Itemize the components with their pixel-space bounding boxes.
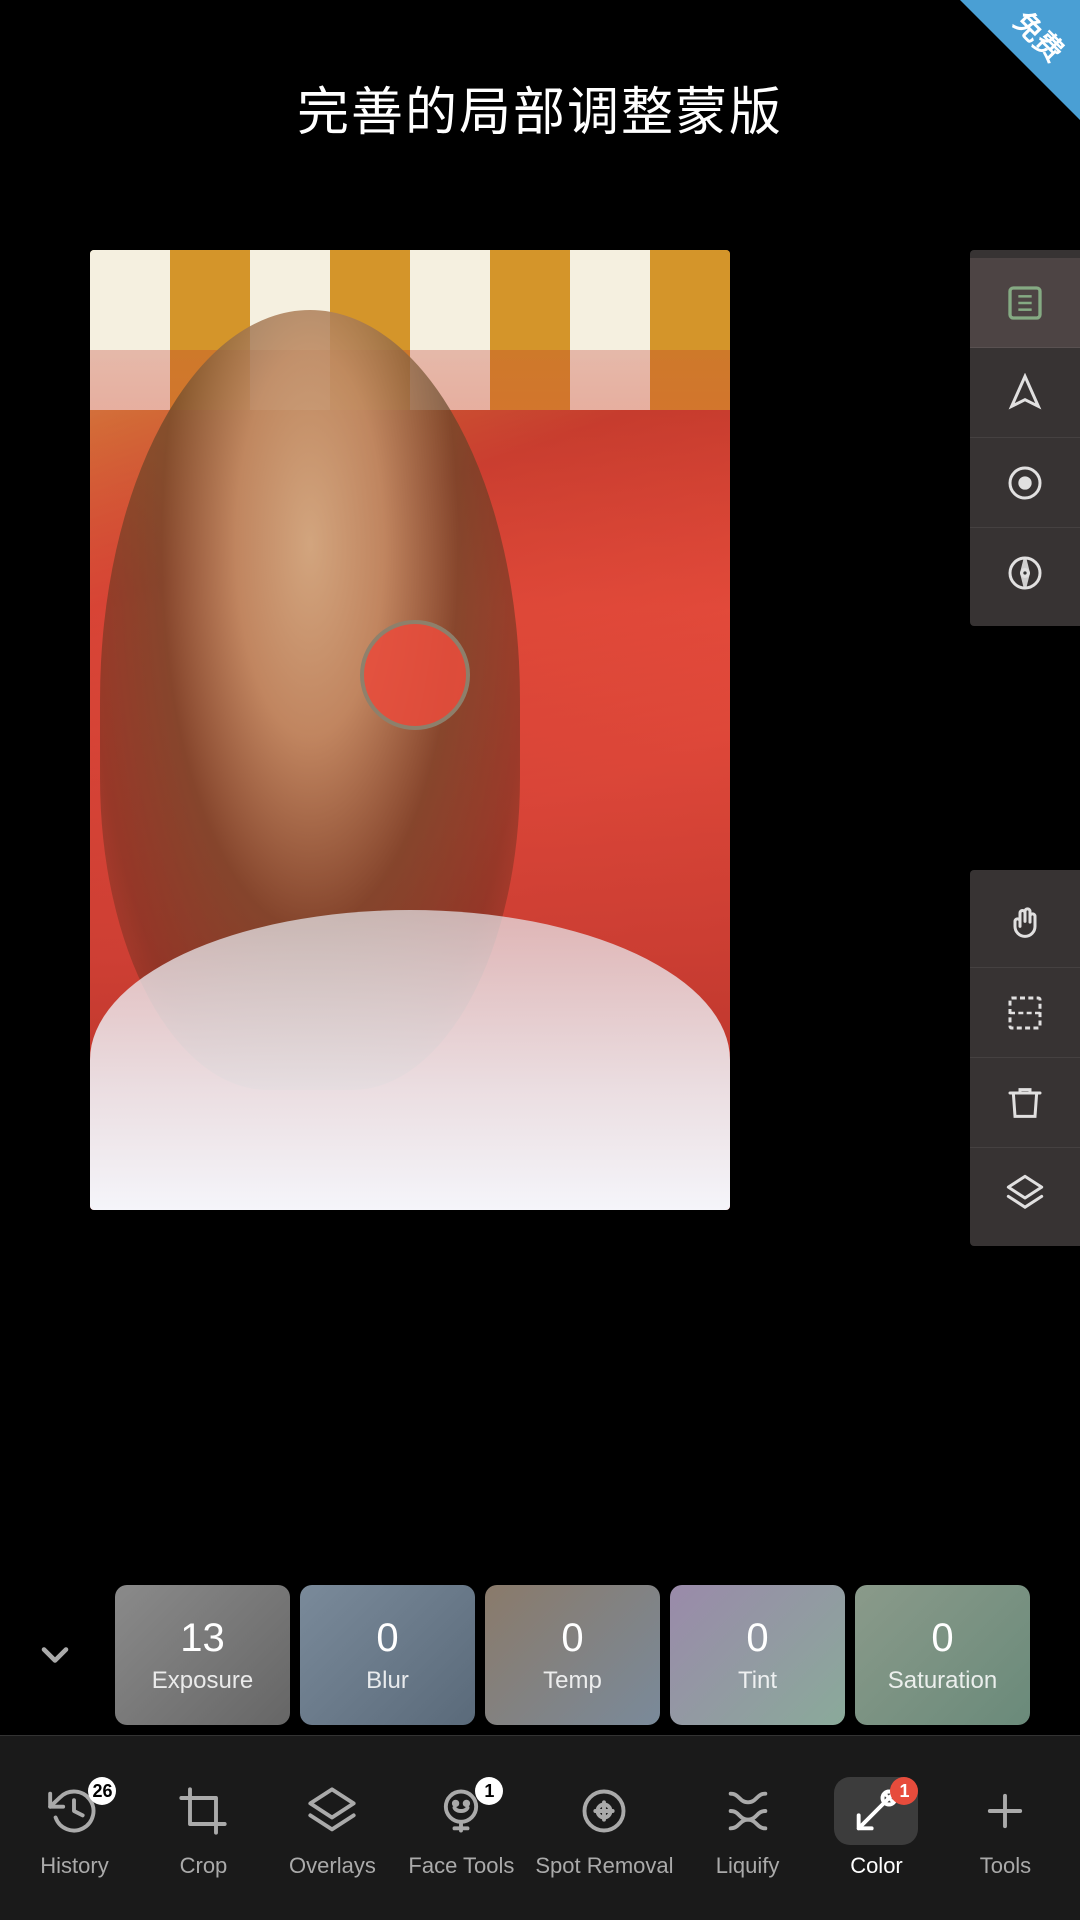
pen-icon bbox=[1005, 373, 1045, 413]
nav-overlays[interactable]: Overlays bbox=[277, 1777, 387, 1879]
tool-select-button[interactable] bbox=[970, 258, 1080, 348]
shirt-area bbox=[90, 910, 730, 1210]
overlays-label: Overlays bbox=[289, 1853, 376, 1879]
nav-crop[interactable]: Crop bbox=[148, 1777, 258, 1879]
spot-icon bbox=[578, 1785, 630, 1837]
collapse-button[interactable] bbox=[0, 1575, 110, 1735]
tools-label: Tools bbox=[980, 1853, 1031, 1879]
nav-history[interactable]: 26 History bbox=[19, 1777, 129, 1879]
saturation-value: 0 bbox=[931, 1616, 953, 1661]
face-tools-label: Face Tools bbox=[408, 1853, 514, 1879]
toolbar-right-bottom bbox=[970, 870, 1080, 1246]
bottom-nav: 26 History Crop Overlays bbox=[0, 1735, 1080, 1920]
tool-transform-button[interactable] bbox=[970, 968, 1080, 1058]
blur-label: Blur bbox=[366, 1667, 409, 1695]
adj-temp[interactable]: 0 Temp bbox=[485, 1585, 660, 1725]
history-label: History bbox=[40, 1853, 108, 1879]
adj-saturation[interactable]: 0 Saturation bbox=[855, 1585, 1030, 1725]
delete-icon bbox=[1005, 1083, 1045, 1123]
chevron-down-icon bbox=[33, 1633, 77, 1677]
adjustment-bar: 13 Exposure 0 Blur 0 Temp 0 Tint 0 Satur… bbox=[0, 1575, 1080, 1735]
tool-layers-button[interactable] bbox=[970, 1148, 1080, 1238]
tint-value: 0 bbox=[746, 1616, 768, 1661]
brush-circle[interactable] bbox=[360, 620, 470, 730]
saturation-label: Saturation bbox=[888, 1667, 997, 1695]
history-badge: 26 bbox=[88, 1777, 116, 1805]
compass-icon bbox=[1005, 553, 1045, 593]
select-icon bbox=[1005, 283, 1045, 323]
temp-label: Temp bbox=[543, 1667, 602, 1695]
tool-radial-button[interactable] bbox=[970, 438, 1080, 528]
spot-removal-label: Spot Removal bbox=[535, 1853, 673, 1879]
nav-spot-removal[interactable]: Spot Removal bbox=[535, 1777, 673, 1879]
nav-tools[interactable]: Tools bbox=[950, 1777, 1060, 1879]
nav-color[interactable]: 1 Color bbox=[821, 1777, 931, 1879]
tint-label: Tint bbox=[738, 1667, 777, 1695]
tool-compass-button[interactable] bbox=[970, 528, 1080, 618]
hand-icon bbox=[1005, 903, 1045, 943]
transform-icon bbox=[1005, 993, 1045, 1033]
tool-delete-button[interactable] bbox=[970, 1058, 1080, 1148]
toolbar-right-top bbox=[970, 250, 1080, 626]
color-label: Color bbox=[850, 1853, 903, 1879]
liquify-label: Liquify bbox=[716, 1853, 780, 1879]
adj-exposure[interactable]: 13 Exposure bbox=[115, 1585, 290, 1725]
crop-icon bbox=[177, 1785, 229, 1837]
tool-pen-button[interactable] bbox=[970, 348, 1080, 438]
plus-icon bbox=[979, 1785, 1031, 1837]
photo-background bbox=[90, 250, 730, 1210]
crop-label: Crop bbox=[180, 1853, 228, 1879]
adj-tint[interactable]: 0 Tint bbox=[670, 1585, 845, 1725]
adjustment-scroll[interactable]: 13 Exposure 0 Blur 0 Temp 0 Tint 0 Satur… bbox=[110, 1575, 1080, 1735]
blur-value: 0 bbox=[376, 1616, 398, 1661]
adj-blur[interactable]: 0 Blur bbox=[300, 1585, 475, 1725]
radial-icon bbox=[1005, 463, 1045, 503]
nav-face-tools[interactable]: 1 Face Tools bbox=[406, 1777, 516, 1879]
color-badge: 1 bbox=[890, 1777, 918, 1805]
temp-value: 0 bbox=[561, 1616, 583, 1661]
exposure-label: Exposure bbox=[152, 1667, 253, 1695]
layers-icon bbox=[1005, 1173, 1045, 1213]
photo-canvas[interactable] bbox=[90, 250, 730, 1210]
liquify-icon bbox=[722, 1785, 774, 1837]
nav-liquify[interactable]: Liquify bbox=[693, 1777, 803, 1879]
face-tools-badge: 1 bbox=[475, 1777, 503, 1805]
exposure-value: 13 bbox=[180, 1616, 225, 1661]
page-title: 完善的局部调整蒙版 bbox=[0, 0, 1080, 145]
overlays-icon bbox=[306, 1785, 358, 1837]
tool-hand-button[interactable] bbox=[970, 878, 1080, 968]
